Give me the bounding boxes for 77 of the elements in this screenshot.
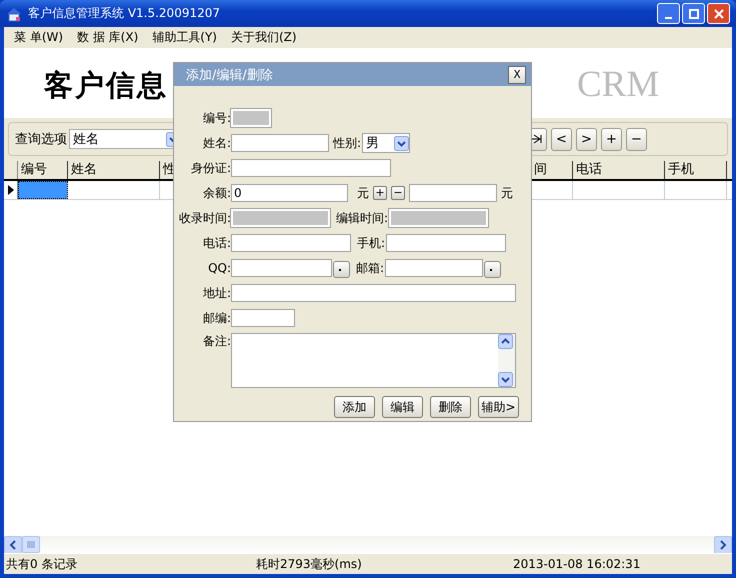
nav-button[interactable]: − <box>626 128 647 150</box>
input-field[interactable] <box>231 259 332 277</box>
field-label: 余额: <box>202 184 231 202</box>
field-label: 手机: <box>357 234 386 252</box>
readonly-field[interactable] <box>231 109 271 127</box>
input-field[interactable] <box>385 259 484 277</box>
readonly-field[interactable] <box>389 209 488 227</box>
banner-title: 客户信息 <box>44 67 168 104</box>
nav-button[interactable]: < <box>551 128 572 150</box>
menu-item[interactable]: 辅助工具(Y) <box>152 29 217 46</box>
maximize-button[interactable] <box>682 3 705 24</box>
dialog-title: 添加/编辑/删除 <box>186 66 273 84</box>
menu-item[interactable]: 关于我们(Z) <box>230 29 297 46</box>
scroll-right-button[interactable] <box>714 536 732 554</box>
table-cell[interactable] <box>18 181 68 199</box>
field-label: 性别: <box>333 134 362 152</box>
query-label: 查询选项 <box>15 131 67 148</box>
menu-item[interactable]: 数 据 库(X) <box>77 29 138 46</box>
chevron-right-icon <box>719 540 727 550</box>
action-button[interactable]: 删除 <box>430 396 471 418</box>
input-field[interactable] <box>231 159 391 177</box>
nav-button[interactable]: > <box>576 128 597 150</box>
action-button[interactable]: 辅助> <box>478 396 519 418</box>
scroll-down-icon[interactable] <box>498 372 513 387</box>
minimize-icon <box>665 16 672 18</box>
browse-button[interactable] <box>333 261 350 278</box>
input-field[interactable] <box>231 134 329 152</box>
status-text: 共有0 条记录 <box>5 556 78 572</box>
chevron-left-icon <box>9 540 17 550</box>
close-icon <box>714 8 724 18</box>
status-text: 2013-01-08 16:02:31 <box>512 557 642 571</box>
close-button[interactable]: X <box>508 66 526 84</box>
notes-field[interactable] <box>231 333 516 388</box>
input-field[interactable] <box>386 234 506 252</box>
house-icon <box>6 6 22 22</box>
field-label: 编号: <box>202 110 231 126</box>
field-label: 邮编: <box>202 310 231 326</box>
column-header[interactable]: 姓名 <box>68 161 160 179</box>
input-field[interactable] <box>409 184 497 202</box>
field-label: 收录时间: <box>178 210 231 226</box>
input-field[interactable]: 0 <box>231 184 348 202</box>
status-text: 耗时2793毫秒(ms) <box>255 556 363 572</box>
maximize-icon <box>688 8 698 18</box>
input-field[interactable] <box>231 309 295 327</box>
unit-label: 元 <box>357 184 369 202</box>
field-label: 编辑时间: <box>336 210 388 226</box>
field-label: 地址: <box>202 284 231 302</box>
close-button[interactable] <box>707 3 730 24</box>
nav-button[interactable]: + <box>601 128 622 150</box>
field-label: 姓名: <box>202 134 231 152</box>
column-header[interactable]: 手机 <box>665 161 727 179</box>
readonly-field[interactable] <box>231 209 330 227</box>
current-row-icon <box>8 185 14 195</box>
field-label: 电话: <box>202 234 231 252</box>
column-header[interactable]: 电话 <box>573 161 665 179</box>
browse-button[interactable] <box>484 261 502 278</box>
field-label: 身份证: <box>190 160 231 176</box>
menu-item[interactable]: 菜 单(W) <box>14 29 64 46</box>
window-title: 客户信息管理系统 V1.5.20091207 <box>28 5 220 22</box>
scroll-thumb[interactable] <box>22 536 40 553</box>
action-button[interactable]: 添加 <box>334 396 375 418</box>
step-button[interactable]: − <box>391 186 405 200</box>
minimize-button[interactable] <box>657 3 680 24</box>
scroll-left-button[interactable] <box>4 536 22 554</box>
scroll-up-icon[interactable] <box>498 334 513 349</box>
field-label: 备注: <box>202 333 231 350</box>
field-label: QQ: <box>207 261 231 275</box>
input-field[interactable] <box>231 284 516 302</box>
step-button[interactable]: + <box>373 186 387 200</box>
unit-label: 元 <box>501 184 513 202</box>
action-button[interactable]: 编辑 <box>382 396 423 418</box>
skip-to-end-icon <box>530 133 542 145</box>
gender-dropdown[interactable]: 男 <box>362 133 410 153</box>
column-header[interactable]: 编号 <box>18 161 68 179</box>
field-label: 邮箱: <box>356 260 384 276</box>
crm-mark: CRM <box>577 66 660 103</box>
input-field[interactable] <box>231 234 351 252</box>
